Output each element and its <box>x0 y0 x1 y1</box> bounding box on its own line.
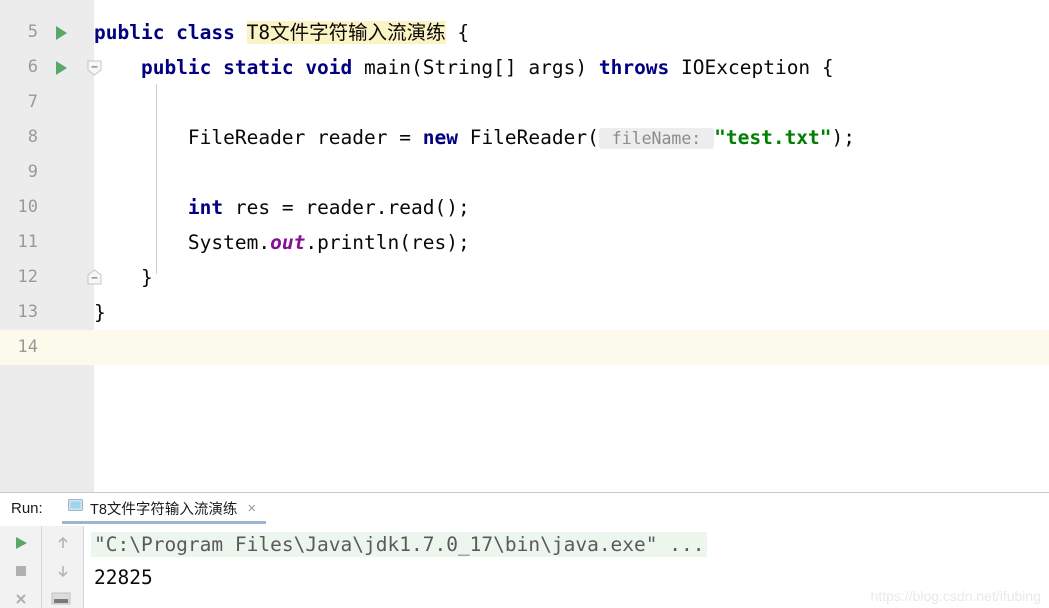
run-actions-toolbar[interactable] <box>0 526 42 608</box>
stop-icon[interactable] <box>10 560 32 582</box>
code-text: } <box>94 295 106 330</box>
code-token: } <box>94 266 153 289</box>
code-token: { <box>445 21 470 44</box>
code-line[interactable]: 13} <box>0 295 1049 330</box>
code-line[interactable]: 12 } <box>0 260 1049 295</box>
code-token: "test.txt" <box>714 126 832 149</box>
run-gutter-icon[interactable] <box>56 61 67 75</box>
line-number: 10 <box>0 190 46 225</box>
code-token: public class <box>94 21 247 44</box>
line-number: 12 <box>0 260 46 295</box>
code-text: int res = reader.read(); <box>94 190 470 225</box>
line-number: 9 <box>0 155 46 190</box>
play-icon[interactable] <box>10 532 32 554</box>
code-line[interactable]: 8 FileReader reader = new FileReader( fi… <box>0 120 1049 155</box>
line-number: 7 <box>0 85 46 120</box>
code-line[interactable]: 11 System.out.println(res); <box>0 225 1049 260</box>
code-token: T8文件字符输入流演练 <box>246 21 446 44</box>
code-text: public class T8文件字符输入流演练 { <box>94 15 469 50</box>
code-line[interactable]: 5 public class T8文件字符输入流演练 { <box>0 15 1049 50</box>
line-number: 8 <box>0 120 46 155</box>
line-number: 13 <box>0 295 46 330</box>
code-token: throws <box>598 56 682 79</box>
code-fold-end-icon[interactable] <box>87 269 102 285</box>
console-actions-toolbar[interactable] <box>42 526 84 608</box>
code-token: IOException { <box>681 56 834 79</box>
line-number: 11 <box>0 225 46 260</box>
code-line[interactable]: 6 public static void main(String[] args)… <box>0 50 1049 85</box>
code-token: res = reader.read(); <box>234 196 470 219</box>
run-tool-window: Run: T8文件字符输入流演练 × "C:\Program Files\Jav… <box>0 492 1049 608</box>
arrow-down-icon[interactable] <box>52 560 74 582</box>
run-gutter-icon[interactable] <box>56 26 67 40</box>
close-icon[interactable]: × <box>247 501 256 516</box>
line-number: 14 <box>0 330 46 365</box>
code-token: .println(res); <box>305 231 470 254</box>
code-text: public static void main(String[] args) t… <box>94 50 834 85</box>
run-tab-label: T8文件字符输入流演练 <box>90 501 238 518</box>
ide-window: 4 5public class T8文件字符输入流演练 {6 public st… <box>0 0 1049 608</box>
line-number: 5 <box>0 15 46 50</box>
run-label: Run: <box>11 500 43 517</box>
code-token: ); <box>831 126 856 149</box>
code-text: FileReader reader = new FileReader( file… <box>94 120 855 155</box>
code-line[interactable]: 14 <box>0 330 1049 365</box>
console-command-line: "C:\Program Files\Java\jdk1.7.0_17\bin\j… <box>91 532 708 557</box>
console-output[interactable]: "C:\Program Files\Java\jdk1.7.0_17\bin\j… <box>85 526 1049 608</box>
code-editor[interactable]: 4 5public class T8文件字符输入流演练 {6 public st… <box>0 0 1049 492</box>
run-configuration-tab[interactable]: T8文件字符输入流演练 × <box>62 495 267 524</box>
code-token: fileName: <box>598 128 715 149</box>
code-token: out <box>270 231 306 254</box>
code-line[interactable]: 10 int res = reader.read(); <box>0 190 1049 225</box>
wrap-icon[interactable] <box>50 588 72 608</box>
code-fold-collapse-icon[interactable] <box>87 60 102 76</box>
code-token: FileReader reader = <box>94 126 423 149</box>
code-token: } <box>94 301 106 324</box>
console-output-line: 22825 <box>94 566 153 589</box>
code-token: main(String[] args) <box>364 56 599 79</box>
code-token: FileReader( <box>469 126 599 149</box>
code-line[interactable]: 9 <box>0 155 1049 190</box>
line-number: 6 <box>0 50 46 85</box>
console-icon <box>68 498 83 518</box>
run-tool-window-header: Run: T8文件字符输入流演练 × <box>0 493 1049 526</box>
close-icon[interactable] <box>10 588 32 608</box>
arrow-up-icon[interactable] <box>52 532 74 554</box>
code-text: System.out.println(res); <box>94 225 470 260</box>
code-token: int <box>187 196 235 219</box>
code-token: System. <box>94 231 271 254</box>
code-text: } <box>94 260 153 295</box>
code-token: new <box>422 126 470 149</box>
code-line[interactable]: 7 <box>0 85 1049 120</box>
code-token: public static void <box>94 56 365 79</box>
line-number-partial: 4 <box>0 0 46 7</box>
